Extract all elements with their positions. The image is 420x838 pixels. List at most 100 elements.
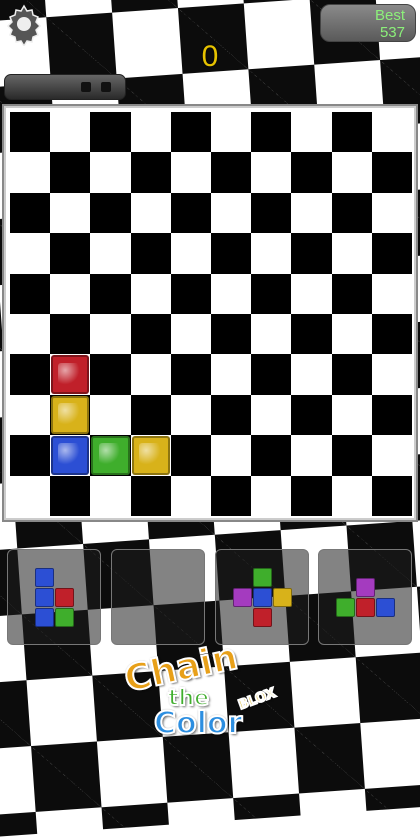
- board-cell[interactable]: [332, 233, 372, 273]
- board-cell[interactable]: [372, 435, 412, 475]
- board-cell[interactable]: [331, 435, 372, 476]
- board-cell[interactable]: [90, 476, 130, 516]
- board-cell[interactable]: [50, 233, 91, 274]
- board-cell[interactable]: [291, 314, 332, 355]
- board-cell[interactable]: [251, 192, 292, 234]
- board-cell[interactable]: [371, 233, 412, 274]
- board-cell[interactable]: [371, 475, 412, 516]
- board-cell[interactable]: [332, 152, 372, 192]
- board-cell[interactable]: [371, 394, 412, 436]
- board-cell[interactable]: [131, 274, 171, 314]
- board-cell[interactable]: [10, 273, 51, 314]
- board-cell[interactable]: [371, 314, 412, 355]
- board-cell[interactable]: [251, 314, 291, 354]
- board-cell[interactable]: [50, 152, 91, 193]
- game-board[interactable]: [2, 104, 418, 522]
- board-cell[interactable]: [211, 274, 251, 314]
- board-cell[interactable]: [90, 273, 131, 314]
- board-cell[interactable]: [10, 192, 51, 234]
- board-cell[interactable]: [170, 354, 211, 395]
- board-cell[interactable]: [50, 475, 91, 516]
- board-cell[interactable]: [10, 476, 50, 516]
- board-cell[interactable]: [130, 152, 171, 193]
- board-cell[interactable]: [171, 395, 211, 435]
- board-cell[interactable]: [90, 233, 130, 273]
- piece-slot-3[interactable]: [215, 549, 309, 645]
- board-cell[interactable]: [372, 193, 412, 233]
- board-cell[interactable]: [372, 354, 412, 394]
- board-cell[interactable]: [131, 112, 171, 152]
- board-cell[interactable]: [291, 394, 332, 436]
- board-cell[interactable]: [171, 314, 211, 354]
- board-cell[interactable]: [10, 435, 51, 476]
- board-cell[interactable]: [251, 395, 291, 435]
- board-cell[interactable]: [130, 475, 171, 516]
- board-cell[interactable]: [331, 273, 372, 314]
- board-cell[interactable]: [10, 112, 51, 153]
- board-cell[interactable]: [251, 476, 291, 516]
- board-cell[interactable]: [251, 435, 292, 476]
- board-cell[interactable]: [211, 435, 251, 475]
- piece-slot-1[interactable]: [7, 549, 101, 645]
- board-cell[interactable]: [50, 314, 91, 355]
- board-cell[interactable]: [170, 192, 211, 234]
- board-cell[interactable]: [10, 354, 51, 395]
- board-cell[interactable]: [371, 152, 412, 193]
- board-cell[interactable]: [251, 233, 291, 273]
- board-cell[interactable]: [90, 112, 131, 153]
- board-cell[interactable]: [291, 193, 331, 233]
- board-cell[interactable]: [291, 354, 331, 394]
- board-cell[interactable]: [211, 152, 252, 193]
- board-cell[interactable]: [332, 476, 372, 516]
- board-cell[interactable]: [50, 193, 90, 233]
- board-cell[interactable]: [372, 274, 412, 314]
- board-cell[interactable]: [131, 193, 171, 233]
- board-cell[interactable]: [90, 152, 130, 192]
- board-cell[interactable]: [332, 314, 372, 354]
- piece-slot-4[interactable]: [318, 549, 412, 645]
- board-cell[interactable]: [331, 354, 372, 395]
- board-cell[interactable]: [130, 233, 171, 274]
- board-cell[interactable]: [211, 112, 251, 152]
- board-cell[interactable]: [50, 112, 90, 152]
- board-cell[interactable]: [251, 112, 292, 153]
- board-cell[interactable]: [291, 233, 332, 274]
- board-cell[interactable]: [372, 112, 412, 152]
- board-cell[interactable]: [211, 193, 251, 233]
- board-cell[interactable]: [171, 476, 211, 516]
- board-cell[interactable]: [10, 152, 50, 192]
- board-cell[interactable]: [10, 395, 50, 435]
- board-cell[interactable]: [90, 395, 130, 435]
- board-cell[interactable]: [211, 233, 252, 274]
- board-cell[interactable]: [170, 112, 211, 153]
- board-cell[interactable]: [10, 314, 50, 354]
- board-cell[interactable]: [251, 273, 292, 314]
- board-cell[interactable]: [251, 152, 291, 192]
- board-cell[interactable]: [171, 233, 211, 273]
- board-cell[interactable]: [331, 112, 372, 153]
- board-cell[interactable]: [131, 354, 171, 394]
- board-cell[interactable]: [130, 394, 171, 436]
- board-cell[interactable]: [50, 274, 90, 314]
- board-cell[interactable]: [211, 394, 252, 436]
- board-grid[interactable]: [10, 112, 412, 516]
- board-cell[interactable]: [211, 354, 251, 394]
- board-cell[interactable]: [291, 435, 331, 475]
- board-cell[interactable]: [90, 354, 131, 395]
- board-cell[interactable]: [211, 314, 252, 355]
- board-cell[interactable]: [171, 152, 211, 192]
- board-cell[interactable]: [170, 435, 211, 476]
- board-cell[interactable]: [291, 475, 332, 516]
- piece-slot-2[interactable]: [111, 549, 205, 645]
- board-cell[interactable]: [90, 314, 130, 354]
- board-cell[interactable]: [130, 314, 171, 355]
- board-cell[interactable]: [332, 395, 372, 435]
- board-cell[interactable]: [10, 233, 50, 273]
- board-cell[interactable]: [211, 475, 252, 516]
- board-cell[interactable]: [291, 112, 331, 152]
- board-cell[interactable]: [90, 192, 131, 234]
- board-cell[interactable]: [170, 273, 211, 314]
- board-cell[interactable]: [251, 354, 292, 395]
- board-cell[interactable]: [291, 274, 331, 314]
- board-cell[interactable]: [331, 192, 372, 234]
